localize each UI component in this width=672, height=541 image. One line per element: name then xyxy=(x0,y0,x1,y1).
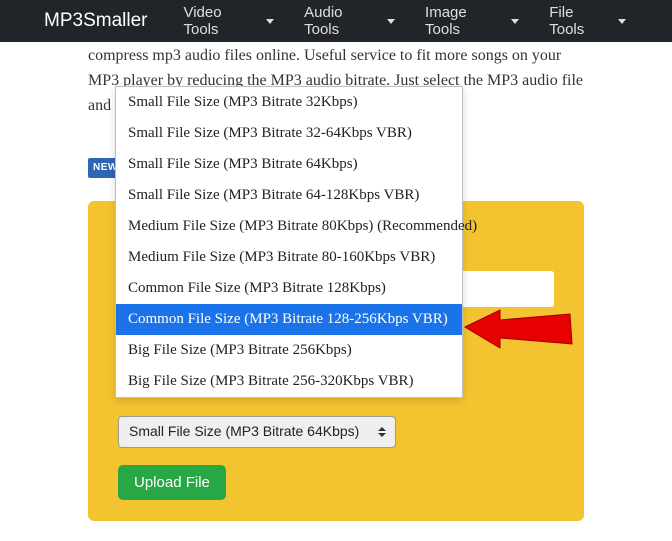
upload-button[interactable]: Upload File xyxy=(118,465,226,500)
caret-down-icon xyxy=(266,19,274,24)
dropdown-option[interactable]: Small File Size (MP3 Bitrate 32Kbps) xyxy=(116,87,462,118)
dropdown-option[interactable]: Big File Size (MP3 Bitrate 256-320Kbps V… xyxy=(116,366,462,397)
brand[interactable]: MP3Smaller xyxy=(44,10,147,32)
nav-video-tools[interactable]: Video Tools xyxy=(183,4,274,38)
caret-down-icon xyxy=(511,19,519,24)
select-arrows-icon xyxy=(377,427,387,437)
nav-label: Audio Tools xyxy=(304,4,381,38)
bitrate-select[interactable]: Small File Size (MP3 Bitrate 64Kbps) xyxy=(118,416,396,448)
nav-image-tools[interactable]: Image Tools xyxy=(425,4,519,38)
dropdown-option[interactable]: Big File Size (MP3 Bitrate 256Kbps) xyxy=(116,335,462,366)
nav-audio-tools[interactable]: Audio Tools xyxy=(304,4,395,38)
dropdown-option[interactable]: Medium File Size (MP3 Bitrate 80-160Kbps… xyxy=(116,242,462,273)
dropdown-option[interactable]: Common File Size (MP3 Bitrate 128Kbps) xyxy=(116,273,462,304)
nav-label: Image Tools xyxy=(425,4,505,38)
dropdown-option[interactable]: Small File Size (MP3 Bitrate 64Kbps) xyxy=(116,149,462,180)
nav-label: Video Tools xyxy=(183,4,260,38)
nav-file-tools[interactable]: File Tools xyxy=(549,4,626,38)
select-value: Small File Size (MP3 Bitrate 64Kbps) xyxy=(129,421,359,443)
dropdown-option[interactable]: Medium File Size (MP3 Bitrate 80Kbps) (R… xyxy=(116,211,462,242)
dropdown-option[interactable]: Small File Size (MP3 Bitrate 32-64Kbps V… xyxy=(116,118,462,149)
dropdown-option[interactable]: Common File Size (MP3 Bitrate 128-256Kbp… xyxy=(116,304,462,335)
navbar: MP3Smaller Video Tools Audio Tools Image… xyxy=(0,0,672,42)
dropdown-option[interactable]: Small File Size (MP3 Bitrate 64-128Kbps … xyxy=(116,180,462,211)
nav-label: File Tools xyxy=(549,4,612,38)
bitrate-dropdown-list: Small File Size (MP3 Bitrate 32Kbps)Smal… xyxy=(115,86,463,398)
caret-down-icon xyxy=(387,19,395,24)
caret-down-icon xyxy=(618,19,626,24)
